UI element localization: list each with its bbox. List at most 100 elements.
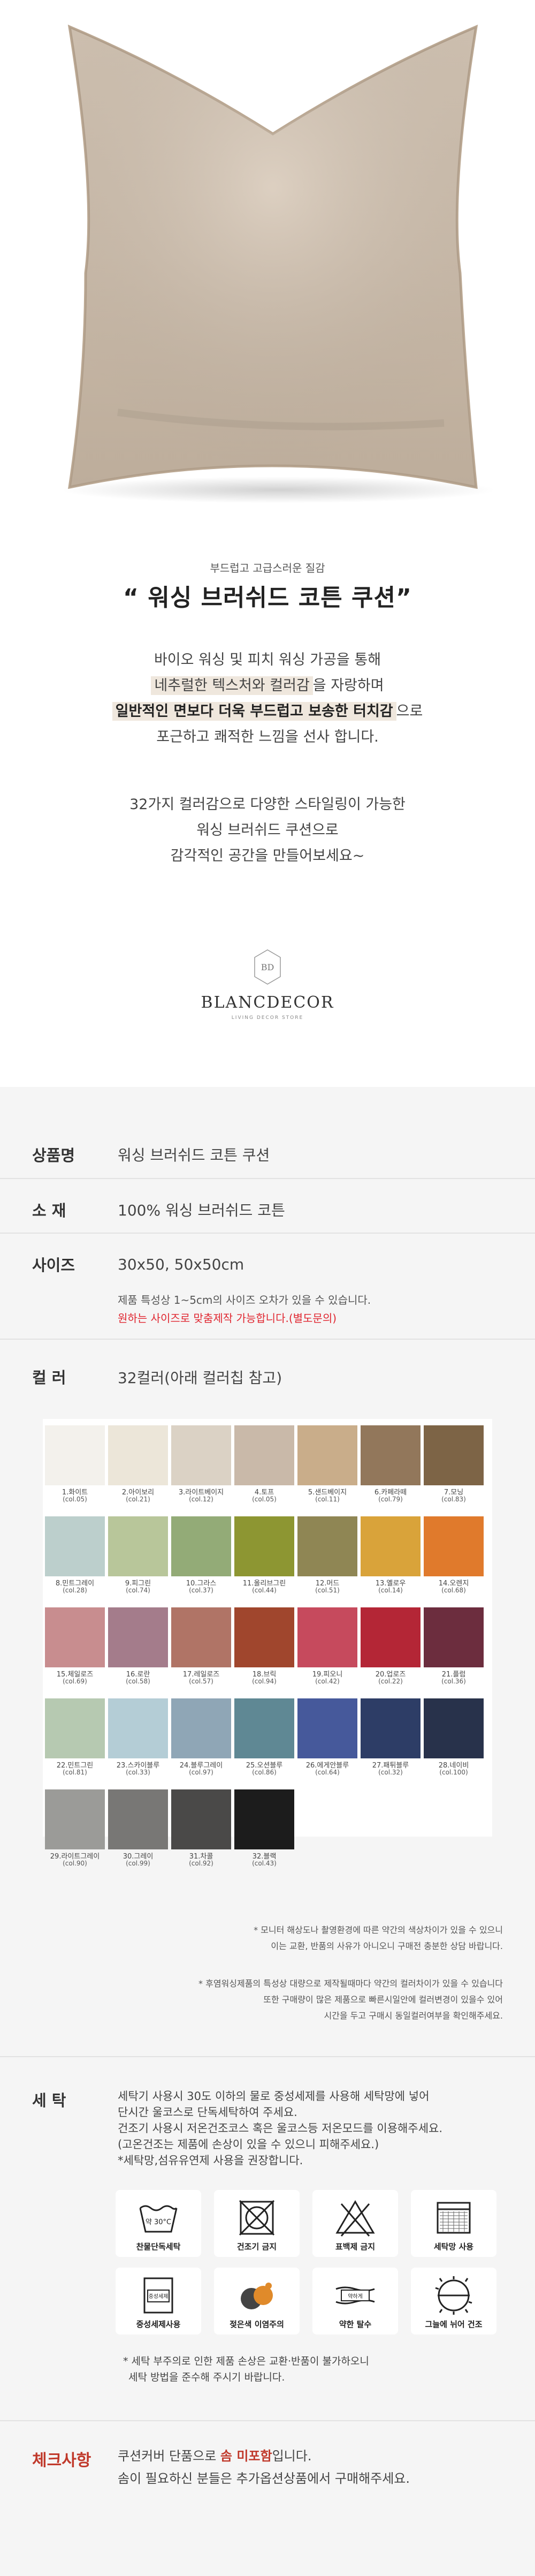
color-chip: 28.네이비 (col.100) [424,1698,484,1785]
color-chip-code: (col.37) [189,1587,213,1594]
gentle-spin-card: 약하게 약한 탈수 [312,2268,398,2335]
color-chip-swatch [171,1425,231,1485]
color-chip: 12.머드 (col.51) [297,1516,357,1603]
wash-bottom-note-2: 세탁 방법을 준수해 주시기 바랍니다. [128,2371,285,2383]
color-chip: 4.토프 (col.05) [234,1425,294,1512]
divider [0,1178,535,1179]
color-chip: 5.샌드베이지 (col.11) [297,1425,357,1512]
cold-wash-icon: 약 30°C [139,2205,178,2233]
intro-line-3: 일반적인 면보다 더욱 부드럽고 보송한 터치감 으로 [0,699,535,721]
color-chip-code: (col.42) [315,1678,340,1685]
color-chip: 16.로란 (col.58) [108,1607,168,1694]
color-chip: 6.카페라떼 (col.79) [361,1425,421,1512]
color-chip: 13.옐로우 (col.14) [361,1516,421,1603]
color-chip-swatch [234,1607,294,1667]
divider [0,1339,535,1340]
brand-name: BLANCDECOR [201,993,334,1012]
brand-logo-icon: BD [254,949,281,985]
check-line-2: 솜이 필요하신 분들은 추가옵션상품에서 구매해주세요. [118,2471,410,2486]
brand-logo-mark: BD [261,962,274,972]
intro-line-2-rest: 을 자랑하며 [312,677,384,694]
color-transfer-label: 젖은색 이염주의 [230,2320,284,2329]
color-chip: 32.블랙 (col.43) [234,1789,294,1876]
wash-text-2: 단시간 울코스로 단독세탁하여 주세요. [118,2106,297,2119]
gentle-spin-icon: 약하게 [335,2286,375,2305]
cushion-illustration [67,24,478,489]
color-value: 32컬러(아래 컬러칩 참고) [118,1369,282,1387]
color-chip-swatch [424,1698,484,1758]
color-chip: 1.화이트 (col.05) [45,1425,105,1512]
color-chip-code: (col.97) [189,1769,213,1776]
monitor-note-1: * 모니터 해상도나 촬영환경에 따른 약간의 색상차이가 있을 수 있으니 [254,1925,503,1935]
wash-label: 세 탁 [32,2091,66,2110]
color-chip-code: (col.90) [63,1860,87,1867]
color-transfer-card: 젖은색 이염주의 [214,2268,300,2335]
color-chip: 25.오션블루 (col.86) [234,1698,294,1785]
color-chip: 21.플럼 (col.36) [424,1607,484,1694]
intro-line-4: 포근하고 쾌적한 느낌을 선사 합니다. [156,729,379,745]
color-chip-code: (col.51) [315,1587,340,1594]
color-chip-code: (col.05) [63,1495,87,1503]
shade-dry-label: 그늘에 뉘어 건조 [425,2320,483,2329]
color-chip: 27.패튀블루 (col.32) [361,1698,421,1785]
intro-line-1: 바이오 워싱 및 피치 워싱 가공을 통해 [154,652,381,668]
cold-wash-card: 약 30°C 찬물단독세탁 [116,2190,201,2257]
dye-note-1: * 후염워싱제품의 특성상 대량으로 제작될때마다 약간의 컬러차이가 있을 수… [198,1978,503,1989]
color-chip-code: (col.100) [439,1769,468,1776]
size-note: 제품 특성상 1~5cm의 사이즈 오차가 있을 수 있습니다. [118,1294,371,1306]
divider [0,2056,535,2057]
gentle-spin-box: 약하게 [348,2293,363,2300]
color-chip-swatch [171,1607,231,1667]
size-label: 사이즈 [32,1256,75,1274]
gentle-spin-label: 약한 탈수 [339,2320,372,2329]
no-bleach-label: 표백제 금지 [335,2242,376,2252]
wash-text-5: *세탁망,섬유유연제 사용을 권장합니다. [118,2154,303,2167]
color-chip-swatch [297,1607,357,1667]
color-chip: 15.체일로즈 (col.69) [45,1607,105,1694]
shade-dry-card: 그늘에 뉘어 건조 [411,2268,496,2335]
color-chip-swatch [45,1789,105,1849]
divider [0,2420,535,2421]
intro-line-6: 워싱 브러쉬드 쿠션으로 [196,822,339,838]
color-chip-code: (col.86) [252,1769,277,1776]
custom-size-note: 원하는 사이즈로 맞춤제작 가능합니다.(별도문의) [118,1312,337,1325]
material-label: 소 재 [32,1202,66,1220]
size-value: 30x50, 50x50cm [118,1256,244,1273]
cold-wash-label: 찬물단독세탁 [136,2242,181,2252]
color-chip-swatch [234,1789,294,1849]
color-transfer-icon [241,2283,273,2309]
color-chip-swatch [297,1425,357,1485]
color-chip: 26.에게안블루 (col.64) [297,1698,357,1785]
color-chip-swatch [108,1789,168,1849]
color-chip-code: (col.69) [63,1678,87,1685]
color-chip-code: (col.74) [126,1587,150,1594]
color-chip-swatch [297,1698,357,1758]
color-chip-code: (col.79) [378,1495,403,1503]
monitor-note-2: 이는 교환, 반품의 사유가 아니오니 구매전 충분한 상담 바랍니다. [271,1941,503,1951]
laundry-net-icon [437,2202,471,2234]
color-chip-code: (col.22) [378,1678,403,1685]
color-chip-swatch [424,1516,484,1576]
color-chip-code: (col.11) [315,1495,340,1503]
check-line-1-a: 쿠션커버 단품으로 [118,2449,220,2464]
color-chip-swatch [361,1698,421,1758]
color-chip: 3.라이트베이지 (col.12) [171,1425,231,1512]
intro-line-2: 네추럴한 텍스처와 컬러감 을 자랑하며 [0,674,535,695]
dye-note-2: 또한 구매량이 많은 제품으로 빠른시일안에 컬러변경이 있을수 있어 [263,1995,503,2005]
check-label: 체크사항 [32,2451,91,2470]
color-chip-code: (col.68) [441,1587,466,1594]
color-chip-swatch [45,1516,105,1576]
color-chip-swatch [234,1425,294,1485]
color-chip: 30.그레이 (col.99) [108,1789,168,1876]
color-chip-swatch [45,1607,105,1667]
intro-subtitle: 부드럽고 고급스러운 질감 [210,562,325,575]
color-chip: 24.블루그레이 (col.97) [171,1698,231,1785]
color-chip-code: (col.33) [126,1769,150,1776]
wash-text-4: (고온건조는 제품에 손상이 있을 수 있으니 피해주세요.) [118,2138,379,2151]
intro-highlight-1: 네추럴한 텍스처와 컬러감 [151,676,313,695]
color-chip: 17.레일로즈 (col.57) [171,1607,231,1694]
color-chip-swatch [361,1425,421,1485]
color-chip-swatch [171,1698,231,1758]
intro-line-5: 32가지 컬러감으로 다양한 스타일링이 가능한 [129,796,406,813]
product-name-label: 상품명 [32,1146,75,1165]
